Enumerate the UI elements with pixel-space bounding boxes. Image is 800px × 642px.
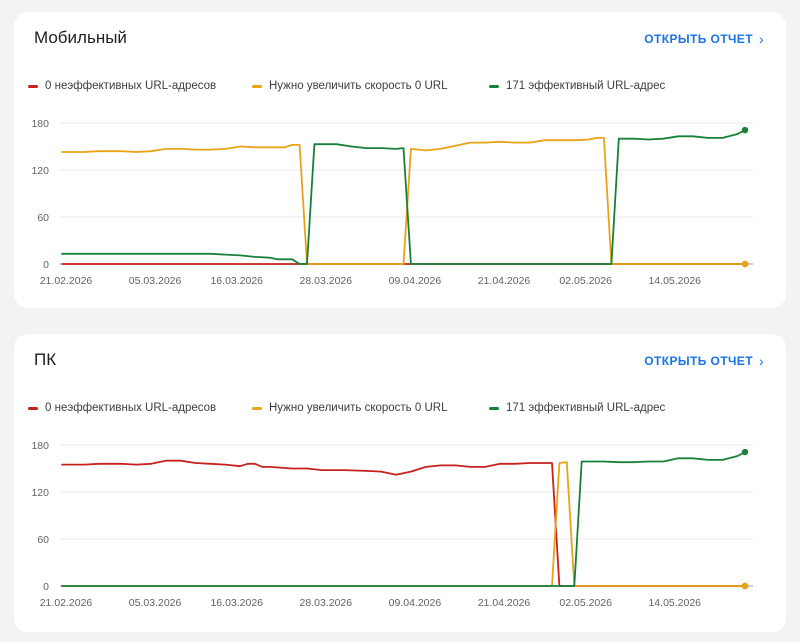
x-tick-label: 16.03.2026 <box>210 597 263 609</box>
series-line-effective <box>61 129 746 265</box>
y-tick-label: 120 <box>31 165 49 177</box>
series-line-needs-speed <box>61 461 746 587</box>
series-end-marker-needs-speed <box>741 260 749 268</box>
series-end-marker-needs-speed <box>741 582 749 590</box>
series-line-ineffective <box>61 459 746 587</box>
x-tick-label: 21.04.2026 <box>478 275 531 287</box>
line-chart-desktop: 0 60 120 180 21.02.2026 05.03.2026 16.03.2026 2… <box>31 440 753 609</box>
card-desktop: ПК ОТКРЫТЬ ОТЧЕТ › 0 неэффективных URL-а… <box>14 334 786 632</box>
x-tick-label: 02.05.2026 <box>559 275 612 287</box>
y-tick-label: 0 <box>43 259 49 271</box>
x-tick-label: 28.03.2026 <box>300 597 353 609</box>
x-tick-label: 09.04.2026 <box>389 275 442 287</box>
line-chart-mobile: 0 60 120 180 21.02.2026 05.03.2026 16.03.2026 2… <box>31 118 753 287</box>
x-tick-label: 28.03.2026 <box>300 275 353 287</box>
y-tick-label: 0 <box>43 581 49 593</box>
x-tick-label: 09.04.2026 <box>389 597 442 609</box>
x-tick-label: 16.03.2026 <box>210 275 263 287</box>
y-tick-label: 180 <box>31 440 49 452</box>
series-line-effective <box>61 451 746 587</box>
y-tick-label: 60 <box>37 212 49 224</box>
series-end-marker-effective <box>741 126 749 134</box>
x-tick-label: 21.02.2026 <box>40 275 93 287</box>
y-tick-label: 120 <box>31 487 49 499</box>
x-tick-label: 05.03.2026 <box>129 275 182 287</box>
card-mobile: Мобильный ОТКРЫТЬ ОТЧЕТ › 0 неэффективны… <box>14 12 786 308</box>
series-end-marker-effective <box>741 448 749 456</box>
x-tick-label: 14.05.2026 <box>648 275 701 287</box>
y-tick-label: 60 <box>37 534 49 546</box>
x-tick-label: 05.03.2026 <box>129 597 182 609</box>
x-tick-label: 21.04.2026 <box>478 597 531 609</box>
x-tick-label: 21.02.2026 <box>40 597 93 609</box>
y-tick-label: 180 <box>31 118 49 130</box>
x-tick-label: 14.05.2026 <box>648 597 701 609</box>
x-tick-label: 02.05.2026 <box>559 597 612 609</box>
